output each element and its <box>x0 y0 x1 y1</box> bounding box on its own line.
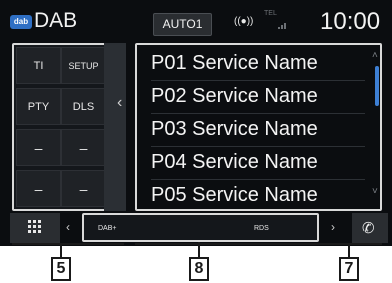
empty-button-3[interactable]: – <box>16 170 61 207</box>
list-item[interactable]: P05 Service Name <box>151 180 365 209</box>
chevron-right-icon[interactable]: › <box>331 220 335 234</box>
callout-8: 8 <box>189 257 209 281</box>
tel-label: TEL <box>264 10 277 17</box>
callout-5: 5 <box>51 257 71 281</box>
dab-plus-indicator: DAB+ <box>98 225 117 232</box>
list-item[interactable]: P03 Service Name <box>151 114 365 147</box>
head-unit-screen: dab DAB AUTO1 ((●)) TEL 10:00 TI SETUP P… <box>0 0 392 246</box>
callout-bracket-right <box>135 243 382 245</box>
scroll-down-icon[interactable]: ˅ <box>372 186 378 197</box>
list-item[interactable]: P04 Service Name <box>151 147 365 180</box>
setup-button[interactable]: SETUP <box>61 47 106 84</box>
list-item[interactable]: P01 Service Name <box>151 48 365 81</box>
phone-signal-icon <box>278 22 288 29</box>
scroll-up-icon[interactable]: ˄ <box>372 50 378 61</box>
panel-toggle-strip[interactable] <box>104 43 126 211</box>
scrollbar[interactable] <box>375 66 379 106</box>
dab-logo-icon: dab <box>10 15 32 29</box>
signal-strength-icon: ((●)) <box>234 16 254 27</box>
callout-line-right <box>348 243 350 257</box>
list-item[interactable]: P02 Service Name <box>151 81 365 114</box>
empty-button-4[interactable]: – <box>61 170 106 207</box>
grid-menu-icon[interactable] <box>28 220 42 234</box>
chevron-left-icon[interactable]: ‹ <box>66 220 70 234</box>
service-list: P01 Service Name P02 Service Name P03 Se… <box>135 43 382 211</box>
callout-line-left <box>60 243 62 257</box>
pty-button[interactable]: PTY <box>16 88 61 125</box>
rds-indicator: RDS <box>254 225 269 232</box>
empty-button-2[interactable]: – <box>61 129 106 166</box>
source-title: DAB <box>34 9 78 32</box>
callout-bracket-left <box>12 243 124 245</box>
callout-7: 7 <box>339 257 359 281</box>
clock: 10:00 <box>320 8 381 35</box>
dls-button[interactable]: DLS <box>61 88 106 125</box>
empty-button-1[interactable]: – <box>16 129 61 166</box>
auto-button[interactable]: AUTO1 <box>153 13 212 36</box>
ti-button[interactable]: TI <box>16 47 61 84</box>
info-display: DAB+ RDS <box>82 213 319 242</box>
collapse-panel-icon[interactable]: ‹ <box>117 94 122 112</box>
phone-icon[interactable]: ✆ <box>362 219 375 237</box>
